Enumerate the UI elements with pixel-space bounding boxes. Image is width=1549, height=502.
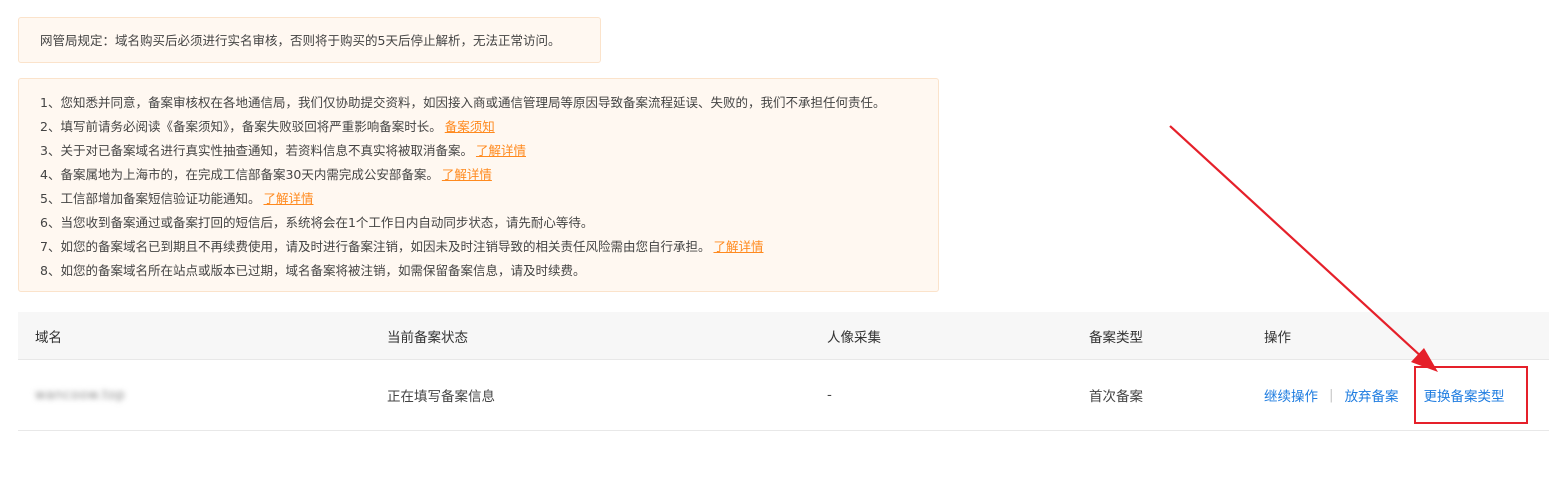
cell-portrait: - — [827, 387, 832, 403]
cell-status: 正在填写备案信息 — [387, 389, 495, 405]
header-filing-type: 备案类型 — [1089, 329, 1143, 346]
term-row-8: 8、如您的备案域名所在站点或版本已过期，域名备案将被注销，如需保留备案信息，请及… — [40, 259, 938, 283]
filing-terms-box: 1、您知悉并同意，备案审核权在各地通信局，我们仅协助提交资料，如因接入商或通信管… — [18, 78, 939, 292]
filing-notice-link[interactable]: 备案须知 — [445, 119, 495, 134]
domain-name: wancoow.top — [35, 387, 126, 403]
cell-domain: wancoow.top — [35, 360, 125, 430]
term-text-7: 7、如您的备案域名已到期且不再续费使用，请及时进行备案注销，如因未及时注销导致的… — [40, 239, 711, 254]
header-portrait: 人像采集 — [827, 329, 881, 346]
term-row-6: 6、当您收到备案通过或备案打回的短信后，系统将会在1个工作日内自动同步状态，请先… — [40, 211, 938, 235]
cell-filing-type: 首次备案 — [1089, 389, 1143, 405]
term-row-1: 1、您知悉并同意，备案审核权在各地通信局，我们仅协助提交资料，如因接入商或通信管… — [40, 91, 938, 115]
term-row-3: 3、关于对已备案域名进行真实性抽查通知，若资料信息不真实将被取消备案。 了解详情 — [40, 139, 938, 163]
authenticity-check-details-link[interactable]: 了解详情 — [476, 143, 526, 158]
term-row-5: 5、工信部增加备案短信验证功能通知。 了解详情 — [40, 187, 938, 211]
table-row: wancoow.top 正在填写备案信息 - 首次备案 继续操作 | 放弃备案 … — [18, 360, 1549, 431]
real-name-notice: 网管局规定：域名购买后必须进行实名审核，否则将于购买的5天后停止解析，无法正常访… — [18, 17, 601, 63]
cell-actions: 继续操作 | 放弃备案 更换备案类型 — [1264, 360, 1505, 430]
filing-table: 域名 当前备案状态 人像采集 备案类型 操作 wancoow.top 正在填写备… — [18, 312, 1549, 431]
action-separator: | — [1329, 387, 1334, 403]
continue-operation-link[interactable]: 继续操作 — [1264, 385, 1318, 405]
header-actions: 操作 — [1264, 329, 1291, 346]
term-text-5: 5、工信部增加备案短信验证功能通知。 — [40, 191, 261, 206]
term-row-2: 2、填写前请务必阅读《备案须知》，备案失败驳回将严重影响备案时长。 备案须知 — [40, 115, 938, 139]
term-text-8: 8、如您的备案域名所在站点或版本已过期，域名备案将被注销，如需保留备案信息，请及… — [40, 263, 586, 278]
change-filing-type-link[interactable]: 更换备案类型 — [1424, 385, 1505, 405]
public-security-filing-details-link[interactable]: 了解详情 — [442, 167, 492, 182]
term-text-6: 6、当您收到备案通过或备案打回的短信后，系统将会在1个工作日内自动同步状态，请先… — [40, 215, 594, 230]
term-row-4: 4、备案属地为上海市的，在完成工信部备案30天内需完成公安部备案。 了解详情 — [40, 163, 938, 187]
term-text-1: 1、您知悉并同意，备案审核权在各地通信局，我们仅协助提交资料，如因接入商或通信管… — [40, 95, 886, 110]
sms-verification-details-link[interactable]: 了解详情 — [263, 191, 313, 206]
term-row-7: 7、如您的备案域名已到期且不再续费使用，请及时进行备案注销，如因未及时注销导致的… — [40, 235, 938, 259]
table-header: 域名 当前备案状态 人像采集 备案类型 操作 — [18, 312, 1549, 360]
real-name-notice-text: 网管局规定：域名购买后必须进行实名审核，否则将于购买的5天后停止解析，无法正常访… — [40, 33, 561, 48]
term-text-2: 2、填写前请务必阅读《备案须知》，备案失败驳回将严重影响备案时长。 — [40, 119, 442, 134]
abandon-filing-link[interactable]: 放弃备案 — [1345, 385, 1399, 405]
term-text-4: 4、备案属地为上海市的，在完成工信部备案30天内需完成公安部备案。 — [40, 167, 439, 182]
header-domain: 域名 — [35, 329, 62, 346]
term-text-3: 3、关于对已备案域名进行真实性抽查通知，若资料信息不真实将被取消备案。 — [40, 143, 473, 158]
header-status: 当前备案状态 — [387, 329, 468, 346]
filing-cancellation-details-link[interactable]: 了解详情 — [713, 239, 763, 254]
